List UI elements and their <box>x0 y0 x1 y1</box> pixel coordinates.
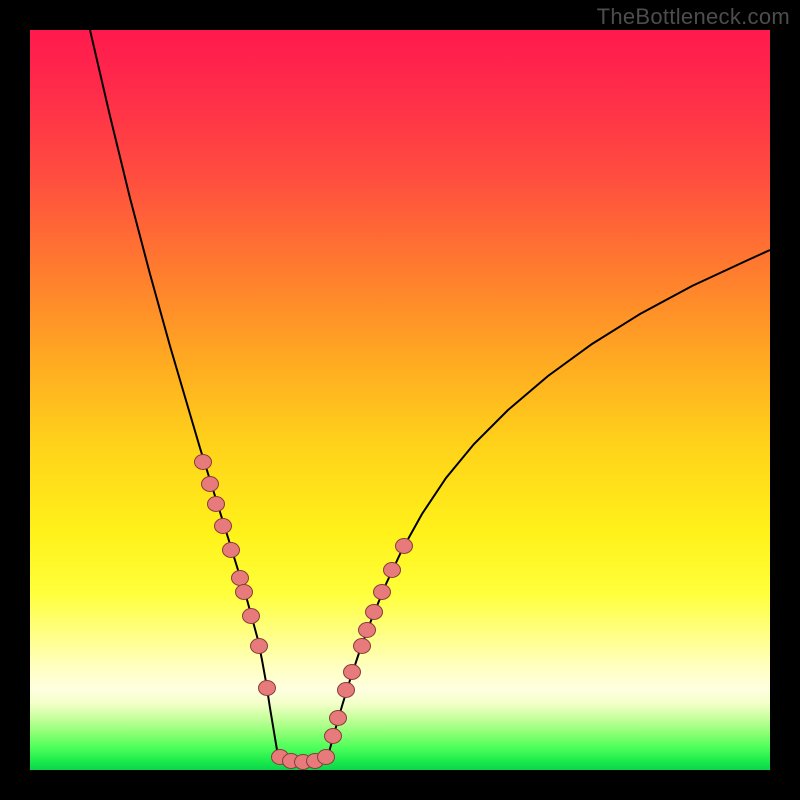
data-dot <box>202 477 219 492</box>
chart-svg <box>30 30 770 770</box>
data-dot <box>396 539 413 554</box>
data-dot <box>195 455 212 470</box>
data-dot <box>325 729 342 744</box>
dots-group <box>195 455 413 770</box>
curve-right-curve <box>328 250 770 756</box>
data-dot <box>330 711 347 726</box>
curve-left-curve <box>90 30 278 756</box>
data-dot <box>251 639 268 654</box>
data-dot <box>384 563 401 578</box>
curve-group <box>90 30 770 763</box>
data-dot <box>374 585 391 600</box>
data-dot <box>318 750 335 765</box>
data-dot <box>223 543 240 558</box>
data-dot <box>243 609 260 624</box>
data-dot <box>359 623 376 638</box>
chart-frame: TheBottleneck.com <box>0 0 800 800</box>
data-dot <box>338 683 355 698</box>
data-dot <box>215 519 232 534</box>
data-dot <box>236 585 253 600</box>
data-dot <box>366 605 383 620</box>
data-dot <box>354 639 371 654</box>
watermark-text: TheBottleneck.com <box>597 4 790 30</box>
plot-area <box>30 30 770 770</box>
data-dot <box>232 571 249 586</box>
data-dot <box>208 497 225 512</box>
data-dot <box>344 665 361 680</box>
data-dot <box>259 681 276 696</box>
